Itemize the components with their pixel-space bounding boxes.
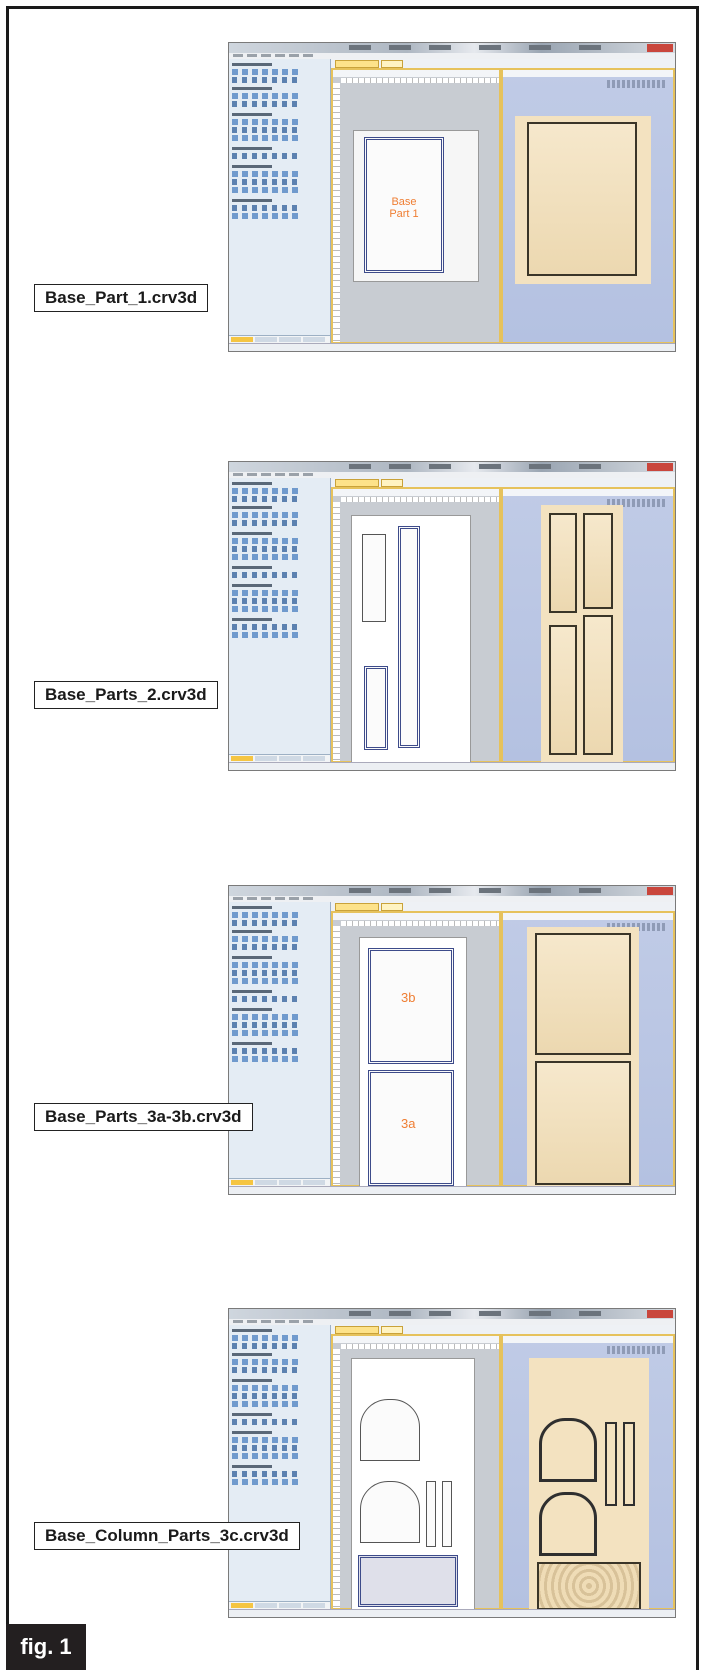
window-controls[interactable] (647, 887, 673, 895)
view-tabs[interactable] (331, 902, 675, 911)
part-outline[interactable] (426, 1481, 436, 1547)
3d-part (535, 933, 631, 1055)
drawing-sidebar[interactable] (229, 902, 331, 1187)
tab-3d-view[interactable] (381, 60, 403, 68)
status-bar (229, 762, 675, 770)
3d-part (535, 1061, 631, 1185)
logo-watermark (607, 1346, 667, 1354)
3d-part (539, 1418, 597, 1482)
3d-view[interactable] (501, 1334, 675, 1616)
drawing-sidebar[interactable] (229, 1325, 331, 1610)
view-tabs[interactable] (331, 478, 675, 487)
part-outline[interactable]: 3b (368, 948, 454, 1064)
screenshot-base-parts-3a-3b: 3b 3a (228, 885, 676, 1195)
3d-board (527, 927, 639, 1193)
status-bar (229, 1609, 675, 1617)
drawing-sidebar[interactable] (229, 478, 331, 763)
drawing-sidebar[interactable] (229, 59, 331, 344)
window-titlebar (229, 43, 675, 53)
2d-view[interactable]: 3b 3a (331, 911, 501, 1193)
part-outline[interactable] (360, 1399, 420, 1461)
window-titlebar (229, 462, 675, 472)
part-outline[interactable] (398, 526, 420, 748)
2d-view[interactable] (331, 1334, 501, 1616)
3d-part (583, 513, 613, 609)
tab-2d-view[interactable] (335, 479, 379, 487)
3d-part (539, 1492, 597, 1556)
tab-3d-view[interactable] (381, 1326, 403, 1334)
3d-part (549, 625, 577, 755)
screenshot-base-column-parts-3c (228, 1308, 676, 1618)
file-caption: Base_Parts_3a-3b.crv3d (34, 1103, 253, 1131)
window-controls[interactable] (647, 44, 673, 52)
2d-view[interactable]: Base Part 1 (331, 68, 501, 344)
3d-part (549, 513, 577, 613)
tab-2d-view[interactable] (335, 60, 379, 68)
2d-view[interactable] (331, 487, 501, 767)
material-sheet: 3b 3a (359, 937, 467, 1193)
3d-part (583, 615, 613, 755)
part-outline[interactable] (362, 534, 386, 622)
tab-3d-view[interactable] (381, 479, 403, 487)
3d-carving (537, 1562, 641, 1610)
part-outline[interactable] (364, 666, 388, 750)
file-caption: Base_Part_1.crv3d (34, 284, 209, 312)
3d-view[interactable] (501, 487, 675, 767)
part-outline[interactable]: Base Part 1 (364, 137, 444, 273)
view-tabs[interactable] (331, 1325, 675, 1334)
file-caption: Base_Parts_2.crv3d (34, 681, 218, 709)
screenshot-base-part-1: Base Part 1 (228, 42, 676, 352)
3d-board (541, 505, 623, 767)
window-titlebar (229, 886, 675, 896)
material-sheet: Base Part 1 (353, 130, 479, 282)
window-controls[interactable] (647, 463, 673, 471)
part-outline[interactable] (360, 1481, 420, 1543)
3d-part (623, 1422, 635, 1506)
part-outline[interactable] (442, 1481, 452, 1547)
logo-watermark (607, 80, 667, 88)
tab-2d-view[interactable] (335, 1326, 379, 1334)
screenshot-base-parts-2 (228, 461, 676, 771)
tab-2d-view[interactable] (335, 903, 379, 911)
3d-part (527, 122, 637, 276)
figure-tag: fig. 1 (6, 1624, 86, 1670)
file-caption: Base_Column_Parts_3c.crv3d (34, 1522, 300, 1550)
view-tabs[interactable] (331, 59, 675, 68)
window-titlebar (229, 1309, 675, 1319)
tab-3d-view[interactable] (381, 903, 403, 911)
3d-view[interactable] (501, 68, 675, 344)
part-label: 3b (401, 990, 416, 1005)
window-controls[interactable] (647, 1310, 673, 1318)
part-label: Base Part 1 (389, 196, 419, 221)
3d-part (605, 1422, 617, 1506)
status-bar (229, 1186, 675, 1194)
status-bar (229, 343, 675, 351)
3d-board (529, 1358, 649, 1616)
3d-board (515, 116, 651, 284)
material-sheet (351, 515, 471, 767)
part-label: 3a (401, 1116, 416, 1131)
part-outline[interactable] (358, 1555, 458, 1607)
material-sheet (351, 1358, 475, 1616)
part-outline[interactable]: 3a (368, 1070, 454, 1186)
3d-view[interactable] (501, 911, 675, 1193)
